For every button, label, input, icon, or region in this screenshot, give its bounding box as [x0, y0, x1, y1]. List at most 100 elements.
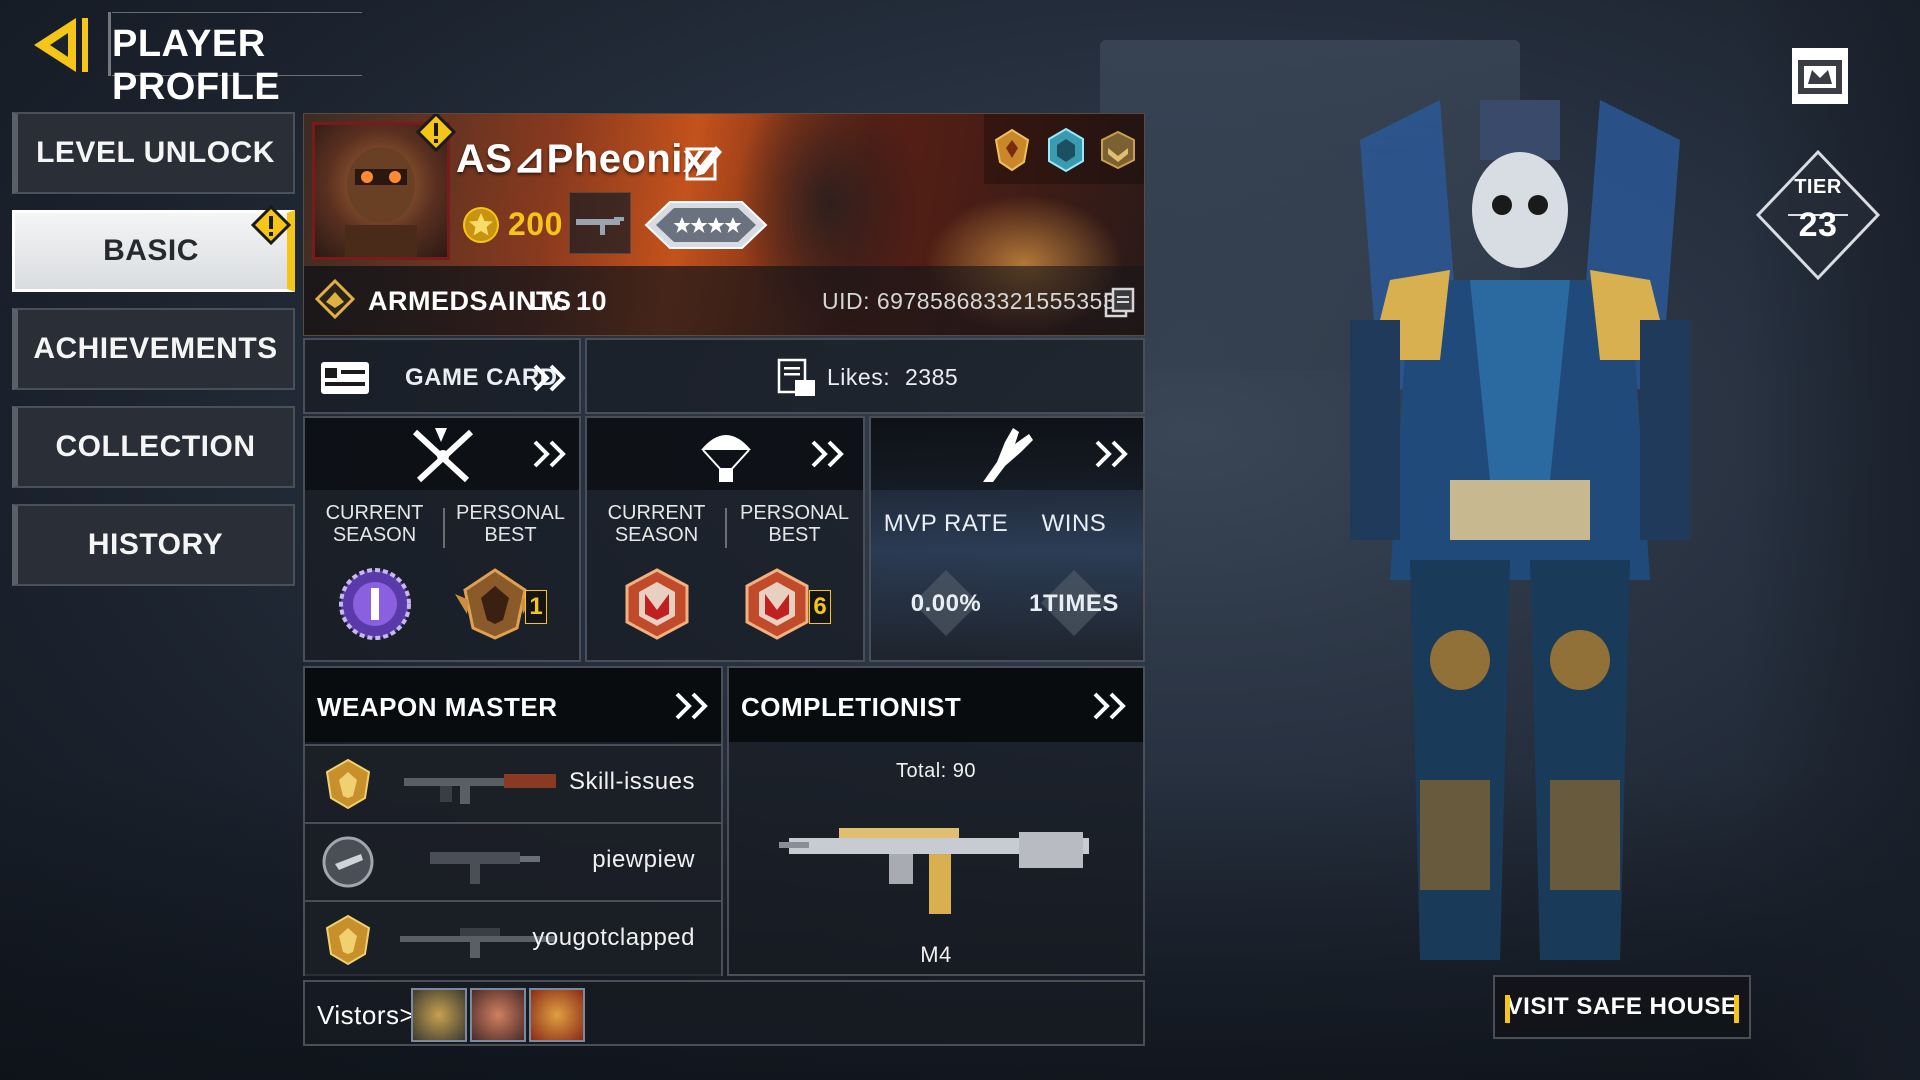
nav-item-history[interactable]: HISTORY [12, 504, 295, 586]
stat-header [587, 418, 863, 490]
bronze-rank-medal-icon[interactable] [1096, 126, 1140, 174]
multiplayer-rank-panel[interactable]: CURRENT SEASON PERSONAL BEST 1 [303, 416, 581, 662]
mvp-rate-value: 0.00% [910, 590, 982, 617]
visitor-avatar[interactable] [411, 988, 467, 1042]
weapon-master-panel: WEAPON MASTER Skill-issues piewpiew youg… [303, 666, 723, 976]
wins-label: WINS [1041, 510, 1107, 537]
current-season-rank-icon [339, 568, 411, 640]
chevron-right-icon [811, 440, 844, 468]
likes-value: 2385 [904, 364, 959, 390]
back-button[interactable] [28, 10, 98, 80]
personal-best-rank-number: 1 [525, 590, 547, 624]
player-name: AS⊿Pheonix [456, 137, 706, 181]
operator-character-icon [1350, 100, 1690, 960]
game-card-button[interactable]: GAME CARD [303, 338, 581, 414]
header-separator [108, 12, 111, 76]
tier-badge[interactable]: TIER 23 [1754, 148, 1882, 282]
gold-rank-medal-icon[interactable] [990, 126, 1034, 174]
warning-icon [251, 205, 291, 245]
likes-panel[interactable]: Likes: 2385 [585, 338, 1145, 414]
avatar-warning-icon [416, 114, 456, 152]
wins-value: 1TIMES [1029, 590, 1119, 617]
gold-mastery-badge-icon [325, 758, 371, 810]
chevron-right-icon [533, 364, 566, 392]
featured-weapon-slot[interactable] [569, 192, 631, 254]
mvp-hand-icon [983, 428, 1033, 482]
weapon-master-header[interactable]: WEAPON MASTER [305, 668, 721, 742]
weapon-master-row[interactable]: piewpiew [305, 822, 721, 898]
edit-name-icon[interactable] [684, 142, 724, 182]
visitor-avatar[interactable] [529, 988, 585, 1042]
nav-item-achievements[interactable]: ACHIEVEMENTS [12, 308, 295, 390]
completionist-total: Total: 90 [895, 760, 977, 782]
weapon-master-label: piewpiew [592, 846, 695, 873]
multiplayer-mode-icon [412, 428, 474, 483]
tier-value: 23 [1798, 206, 1838, 244]
completionist-weapon-name: M4 [920, 942, 952, 967]
nav-item-basic[interactable]: BASIC [12, 205, 295, 292]
page-title: PLAYER PROFILE [112, 12, 362, 108]
smg-icon [430, 852, 540, 884]
medal-strip [984, 114, 1144, 184]
player-level: LV. 10 [529, 286, 608, 316]
clan-emblem-icon[interactable] [314, 278, 356, 320]
personal-best-label: PERSONAL BEST [456, 502, 565, 546]
legendary-rank-medal-icon[interactable] [1044, 126, 1088, 174]
nav-item-label: LEVEL UNLOCK [36, 136, 275, 169]
game-card-icon [321, 362, 369, 394]
tier-label: TIER [1794, 176, 1842, 198]
visitors-panel[interactable]: Vistors> [303, 980, 1145, 1046]
m4-rifle-icon [779, 828, 1089, 914]
gold-mastery-badge-icon [325, 914, 371, 966]
current-season-label: CURRENT SEASON [607, 502, 706, 546]
completionist-header: COMPLETIONIST [729, 668, 1143, 742]
current-season-rank-icon [625, 568, 689, 640]
chevron-right-icon [675, 692, 708, 720]
rank-wings-icon [644, 201, 768, 249]
stat-header [871, 418, 1143, 490]
copy-icon[interactable] [1104, 286, 1136, 318]
personal-best-rank-icon [745, 568, 809, 640]
parachute-icon [701, 435, 751, 482]
visitor-avatar[interactable] [470, 988, 526, 1042]
completionist-title: COMPLETIONIST [741, 692, 962, 722]
nav-item-label: ACHIEVEMENTS [33, 332, 278, 365]
personal-best-rank-icon [455, 568, 535, 640]
nav-item-collection[interactable]: COLLECTION [12, 406, 295, 488]
honor-points-value: 200 [508, 206, 563, 242]
nav-item-label: COLLECTION [55, 430, 256, 463]
weapon-master-label: Skill-issues [568, 768, 695, 795]
rifle-icon [576, 217, 624, 235]
visit-safe-house-button[interactable]: VISIT SAFE HOUSE [1493, 975, 1751, 1039]
weapon-master-title: WEAPON MASTER [317, 692, 558, 722]
silver-mastery-badge-icon [322, 836, 374, 888]
personal-best-label: PERSONAL BEST [740, 502, 849, 546]
profile-banner: AS⊿Pheonix 200 ARMEDSAINTS LV. 10 UID: 6… [303, 113, 1145, 336]
chevron-right-icon [1095, 440, 1128, 468]
nav-item-level-unlock[interactable]: LEVEL UNLOCK [12, 112, 295, 194]
likes-icon [777, 358, 815, 396]
battle-royale-rank-panel[interactable]: CURRENT SEASON PERSONAL BEST 6 [585, 416, 865, 662]
weapon-master-row[interactable]: Skill-issues [305, 744, 721, 820]
nav-item-label: BASIC [103, 234, 199, 267]
chevron-right-icon [1093, 692, 1126, 720]
mvp-wins-panel[interactable]: MVP RATE WINS 0.00% 1TIMES [869, 416, 1145, 662]
likes-label: Likes: [827, 364, 891, 390]
personal-best-rank-number: 6 [809, 590, 831, 624]
nav-item-label: HISTORY [87, 528, 224, 561]
assault-rifle-icon [404, 774, 556, 804]
stat-header [305, 418, 579, 490]
weapon-master-row[interactable]: yougotclapped [305, 900, 721, 976]
clan-row: ARMEDSAINTS LV. 10 UID: 6978586833215553… [304, 266, 1144, 335]
visitors-label: Vistors> [317, 1000, 416, 1030]
current-season-label: CURRENT SEASON [325, 502, 424, 546]
chevron-right-icon [533, 440, 566, 468]
store-icon[interactable] [1790, 46, 1850, 106]
mvp-rate-label: MVP RATE [883, 510, 1009, 537]
visit-safe-house-label: VISIT SAFE HOUSE [1506, 993, 1738, 1020]
completionist-panel[interactable]: COMPLETIONIST Total: 90 M4 [727, 666, 1145, 976]
sidebar-nav: LEVEL UNLOCK BASIC ACHIEVEMENTS COLLECTI… [12, 112, 295, 602]
player-uid: UID: 6978586833215553537 [822, 288, 1130, 314]
honor-star-icon [463, 207, 499, 243]
weapon-master-label: yougotclapped [532, 924, 695, 951]
